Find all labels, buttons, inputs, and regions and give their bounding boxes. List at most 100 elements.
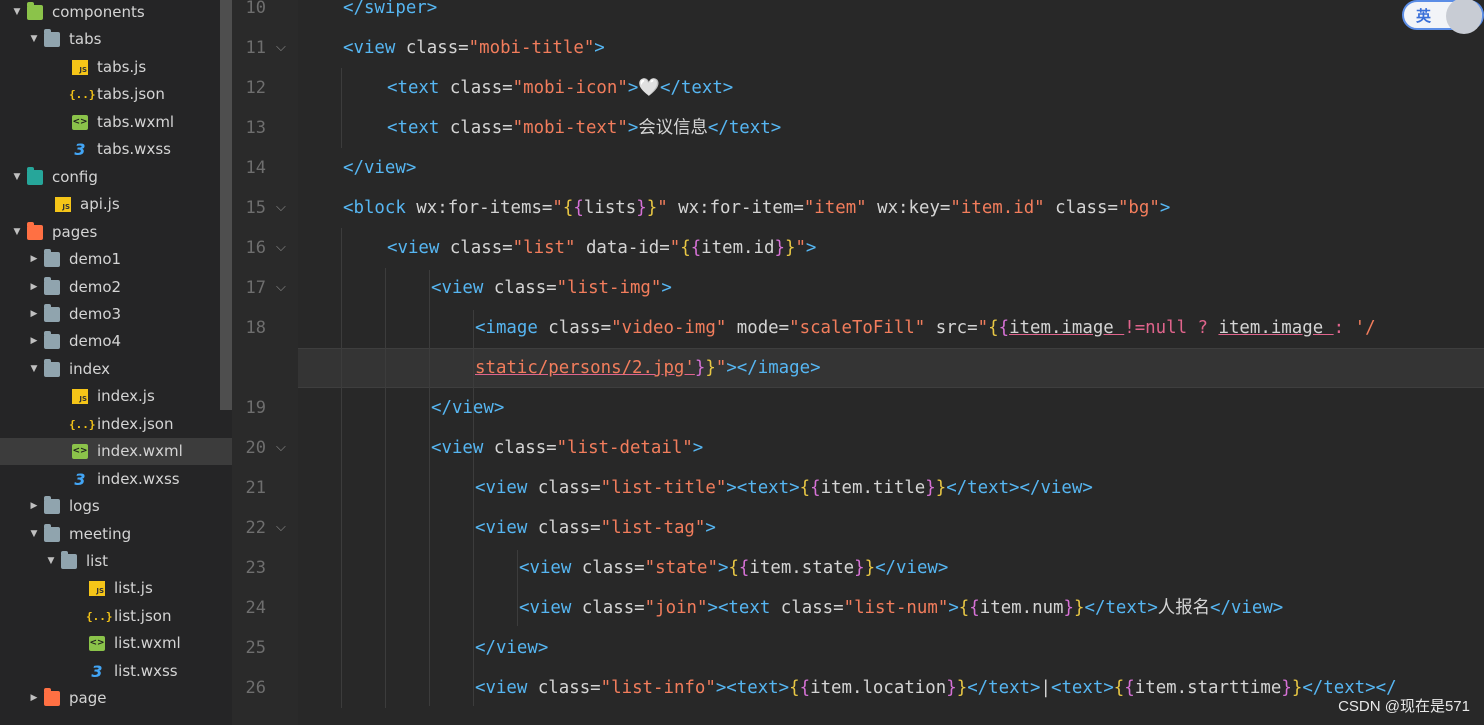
code-token: { [799, 478, 811, 498]
code-line[interactable]: <view class="mobi-title"> [343, 28, 605, 68]
chevron-down-icon[interactable]: ▼ [28, 521, 40, 548]
code-line[interactable]: static/persons/2.jpg'}}"></image> [475, 348, 821, 388]
chevron-down-icon[interactable]: ▼ [11, 219, 23, 246]
chevron-right-icon[interactable]: ▶ [28, 328, 40, 355]
tree-item-tabs-json[interactable]: {..} tabs.json [0, 81, 232, 108]
code-line[interactable]: <text class="mobi-icon">🤍</text> [387, 68, 733, 108]
fold-chevron-icon[interactable]: ⌵ [276, 280, 286, 295]
code-token: "list-info" [600, 678, 716, 698]
tree-item-demo1[interactable]: ▶ demo1 [0, 246, 232, 273]
chevron-right-icon[interactable]: ▶ [28, 301, 40, 328]
line-number: 18 [245, 318, 266, 338]
tree-item-list[interactable]: ▼ list [0, 548, 232, 575]
code-line[interactable]: <view class="list-detail"> [431, 428, 703, 468]
tree-item-label: index.wxml [97, 442, 183, 461]
fold-chevron-icon[interactable]: ⌵ [276, 240, 286, 255]
tree-item-index-js[interactable]: JS index.js [0, 383, 232, 410]
folder-icon [44, 303, 60, 322]
tree-item-pages[interactable]: ▼ pages [0, 219, 232, 246]
code-line[interactable]: <view class="list-info"><text>{{item.loc… [475, 668, 1397, 708]
line-number: 13 [245, 118, 266, 138]
explorer-scrollbar[interactable] [220, 0, 232, 410]
indent-guide [429, 270, 430, 706]
chevron-down-icon[interactable]: ▼ [45, 548, 57, 575]
code-line[interactable]: </view> [431, 388, 504, 428]
tree-item-tabs[interactable]: ▼ tabs [0, 26, 232, 53]
folder-icon [44, 688, 60, 707]
chevron-down-icon[interactable]: ▼ [28, 26, 40, 53]
code-line[interactable]: </view> [475, 628, 548, 668]
tree-item-tabs-wxss[interactable]: 3 tabs.wxss [0, 136, 232, 163]
fold-chevron-icon[interactable]: ⌵ [276, 40, 286, 55]
tree-item-meeting[interactable]: ▼ meeting [0, 521, 232, 548]
fold-chevron-icon[interactable]: ⌵ [276, 200, 286, 215]
code-token: "list-img" [556, 278, 662, 298]
line-number: 12 [245, 78, 266, 98]
tree-item-label: demo4 [69, 332, 122, 351]
chevron-right-icon[interactable]: ▶ [28, 685, 40, 712]
tree-item-components[interactable]: ▼ components [0, 0, 232, 26]
fold-chevron-icon[interactable]: ⌵ [276, 520, 286, 535]
code-line[interactable]: <view class="join"><text class="list-num… [519, 588, 1283, 628]
code-token: </view> [1209, 598, 1284, 618]
chevron-right-icon[interactable]: ▶ [28, 274, 40, 301]
chevron-right-icon[interactable]: ▶ [28, 493, 40, 520]
tree-item-list-wxml[interactable]: <> list.wxml [0, 630, 232, 657]
tree-item-demo3[interactable]: ▶ demo3 [0, 301, 232, 328]
tree-item-label: demo2 [69, 277, 122, 296]
code-line[interactable]: <view class="list-tag"> [475, 508, 716, 548]
chevron-down-icon[interactable]: ▼ [11, 164, 23, 191]
code-line[interactable]: <view class="list-img"> [431, 268, 672, 308]
tree-item-demo2[interactable]: ▶ demo2 [0, 274, 232, 301]
code-token: <block [343, 198, 417, 218]
code-line[interactable]: <view class="list-title"><text>{{item.ti… [475, 468, 1093, 508]
tree-item-page[interactable]: ▶ page [0, 685, 232, 712]
code-line[interactable]: <image class="video-img" mode="scaleToFi… [475, 308, 1376, 348]
code-token: item.state [749, 558, 855, 578]
tree-item-list-json[interactable]: {..} list.json [0, 603, 232, 630]
tree-item-tabs-wxml[interactable]: <> tabs.wxml [0, 109, 232, 136]
code-token: } [636, 198, 647, 218]
indent-guide [341, 68, 342, 148]
fold-chevron-icon[interactable]: ⌵ [276, 440, 286, 455]
tree-item-tabs-js[interactable]: JS tabs.js [0, 54, 232, 81]
chevron-right-icon[interactable]: ▶ [28, 246, 40, 273]
tree-item-index[interactable]: ▼ index [0, 356, 232, 383]
code-token: class= [493, 278, 557, 298]
code-token: > [627, 78, 639, 98]
code-line[interactable]: <view class="list" data-id="{{item.id}}"… [387, 228, 816, 268]
tree-item-api-js[interactable]: JS api.js [0, 191, 232, 218]
tree-item-list-wxss[interactable]: 3 list.wxss [0, 658, 232, 685]
tree-item-label: index.wxss [97, 469, 180, 488]
folder-icon [44, 358, 60, 377]
code-editor[interactable]: </swiper> <view class="mobi-title"> <text … [298, 0, 1484, 725]
tree-item-config[interactable]: ▼ config [0, 164, 232, 191]
chevron-down-icon[interactable]: ▼ [11, 0, 23, 26]
line-number: 20 [245, 438, 266, 458]
code-token: > [1159, 198, 1171, 218]
chevron-down-icon[interactable]: ▼ [28, 356, 40, 383]
tree-item-index-wxml[interactable]: <> index.wxml [0, 438, 232, 466]
code-token: { [738, 558, 750, 578]
folder-icon [44, 29, 60, 48]
code-line[interactable]: <view class="state">{{item.state}}</view… [519, 548, 948, 588]
code-line[interactable]: </swiper> [343, 0, 437, 28]
tree-item-index-wxss[interactable]: 3 index.wxss [0, 466, 232, 493]
code-token: <view [431, 278, 494, 298]
tree-item-logs[interactable]: ▶ logs [0, 493, 232, 520]
code-token: <view [343, 38, 406, 58]
tree-item-list-js[interactable]: JS list.js [0, 575, 232, 602]
code-line[interactable]: <text class="mobi-text">会议信息</text> [387, 108, 781, 148]
code-token: wx:for-item= [667, 198, 804, 218]
code-line[interactable]: </view> [343, 148, 416, 188]
line-number: 10 [245, 0, 266, 18]
code-token: </swiper> [343, 0, 438, 18]
tree-item-demo4[interactable]: ▶ demo4 [0, 328, 232, 355]
code-token: class= [581, 558, 645, 578]
code-token: : [1333, 318, 1355, 338]
tree-item-index-json[interactable]: {..} index.json [0, 411, 232, 438]
ime-indicator[interactable]: 英 [1402, 0, 1484, 34]
code-token: class= [493, 438, 557, 458]
code-line[interactable]: <block wx:for-items="{{lists}}" wx:for-i… [343, 188, 1170, 228]
code-token: src= [925, 318, 978, 338]
